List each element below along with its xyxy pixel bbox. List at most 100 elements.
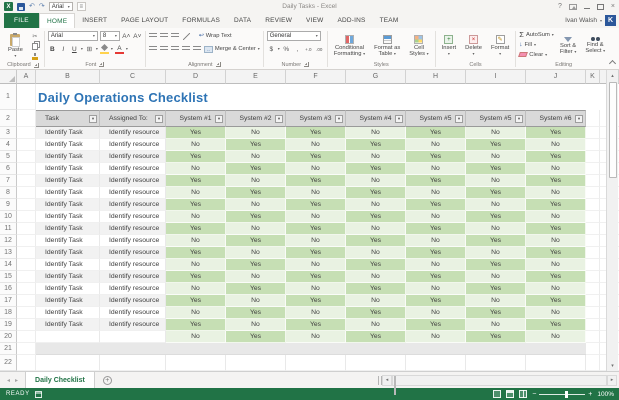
cell-value[interactable]: No [346, 151, 406, 163]
cell-value[interactable]: No [406, 139, 466, 151]
column-letter-j[interactable]: J [526, 70, 586, 84]
cell-assigned[interactable]: Identify resource [100, 259, 166, 271]
cell-value[interactable]: Yes [526, 319, 586, 331]
cell[interactable] [17, 355, 36, 371]
cell-value[interactable]: Yes [526, 199, 586, 211]
cell-value[interactable]: Yes [226, 163, 286, 175]
macro-record-icon[interactable] [35, 391, 42, 398]
cell-value[interactable]: No [466, 319, 526, 331]
row-number[interactable]: 1 [0, 84, 17, 110]
filter-button[interactable]: ▾ [89, 115, 97, 123]
cell[interactable] [17, 271, 36, 283]
cell[interactable] [17, 187, 36, 199]
cell-value[interactable]: No [346, 223, 406, 235]
cell-value[interactable]: No [166, 331, 226, 343]
cell-value[interactable]: No [286, 259, 346, 271]
cell-value[interactable]: No [466, 271, 526, 283]
clear-button[interactable]: Clear▾ [519, 50, 554, 59]
cell[interactable] [17, 163, 36, 175]
cell-value[interactable]: No [466, 295, 526, 307]
cell[interactable] [36, 355, 100, 371]
cell-task[interactable] [36, 331, 100, 343]
cell-value[interactable]: No [406, 187, 466, 199]
cell-value[interactable]: Yes [286, 223, 346, 235]
format-as-table-button[interactable]: Format asTable ▾ [371, 30, 403, 61]
cell-value[interactable]: Yes [466, 259, 526, 271]
cell-task[interactable]: Identify Task [36, 223, 100, 235]
cell-value[interactable]: No [166, 163, 226, 175]
cell-value[interactable]: No [286, 139, 346, 151]
cell-value[interactable]: Yes [406, 151, 466, 163]
cell[interactable] [526, 355, 586, 371]
cell[interactable] [17, 319, 36, 331]
cell-value[interactable]: Yes [166, 199, 226, 211]
cell-value[interactable]: No [226, 151, 286, 163]
cell-value[interactable]: Yes [346, 139, 406, 151]
filter-button[interactable]: ▾ [275, 115, 283, 123]
new-sheet-button[interactable]: + [103, 376, 112, 385]
cell-value[interactable]: No [526, 211, 586, 223]
wrap-text-button[interactable]: ↩Wrap Text [199, 33, 232, 39]
row-number[interactable]: 10 [0, 211, 17, 223]
ribbon-tab-review[interactable]: REVIEW [258, 13, 299, 28]
cell-value[interactable]: No [286, 211, 346, 223]
cell-value[interactable]: Yes [466, 163, 526, 175]
cell-value[interactable]: Yes [406, 247, 466, 259]
cell-value[interactable]: Yes [346, 307, 406, 319]
insert-cells-button[interactable]: + Insert▾ [439, 30, 460, 61]
ribbon-tab-insert[interactable]: INSERT [75, 13, 114, 28]
column-letter-a[interactable]: A [17, 70, 36, 84]
cell-value[interactable]: No [286, 163, 346, 175]
cell-value[interactable]: No [406, 235, 466, 247]
maximize-button[interactable] [597, 4, 604, 10]
row-number[interactable]: 21 [0, 343, 17, 355]
cell-value[interactable]: No [406, 331, 466, 343]
cell-value[interactable]: Yes [526, 151, 586, 163]
cell-value[interactable]: No [406, 163, 466, 175]
row-number[interactable]: 5 [0, 151, 17, 163]
cell[interactable] [17, 307, 36, 319]
cell-value[interactable]: Yes [406, 223, 466, 235]
cell-value[interactable]: No [526, 307, 586, 319]
font-size-combo[interactable]: 8▾ [100, 31, 120, 41]
cell-task[interactable]: Identify Task [36, 259, 100, 271]
cell-value[interactable]: No [226, 175, 286, 187]
cell-value[interactable]: No [286, 235, 346, 247]
cell[interactable] [586, 151, 600, 163]
filter-button[interactable]: ▾ [455, 115, 463, 123]
delete-cells-button[interactable]: × Delete▾ [462, 30, 485, 61]
cell[interactable] [586, 127, 600, 139]
align-left-button[interactable] [149, 44, 158, 54]
cell-value[interactable]: No [226, 247, 286, 259]
cell-value[interactable]: No [406, 283, 466, 295]
cell-assigned[interactable]: Identify resource [100, 271, 166, 283]
ribbon-tab-view[interactable]: VIEW [299, 13, 330, 28]
cell-value[interactable]: No [406, 307, 466, 319]
cell-value[interactable]: No [286, 307, 346, 319]
cell[interactable] [586, 319, 600, 331]
cell-assigned[interactable]: Identify resource [100, 223, 166, 235]
increase-decimal-button[interactable]: +.0 [304, 44, 313, 54]
cell-value[interactable]: No [406, 259, 466, 271]
save-icon[interactable] [17, 3, 25, 11]
filter-button[interactable]: ▾ [335, 115, 343, 123]
cell-value[interactable]: No [226, 295, 286, 307]
cell[interactable] [586, 283, 600, 295]
cell-assigned[interactable]: Identify resource [100, 247, 166, 259]
cell[interactable] [17, 139, 36, 151]
cell-value[interactable]: Yes [466, 307, 526, 319]
cell-value[interactable]: Yes [406, 199, 466, 211]
cell-task[interactable]: Identify Task [36, 139, 100, 151]
italic-button[interactable]: I [59, 44, 68, 54]
zoom-slider-thumb[interactable] [565, 391, 568, 398]
row-number[interactable]: 3 [0, 127, 17, 139]
page-break-view-button[interactable] [519, 390, 527, 398]
cell-value[interactable]: No [166, 187, 226, 199]
cell[interactable] [17, 331, 36, 343]
ribbon-tab-formulas[interactable]: FORMULAS [175, 13, 227, 28]
font-name-combo[interactable]: Arial▾ [48, 31, 98, 41]
cell-value[interactable]: Yes [526, 295, 586, 307]
ribbon-tab-team[interactable]: TEAM [373, 13, 406, 28]
cell-value[interactable]: Yes [166, 175, 226, 187]
cell-value[interactable]: No [466, 247, 526, 259]
